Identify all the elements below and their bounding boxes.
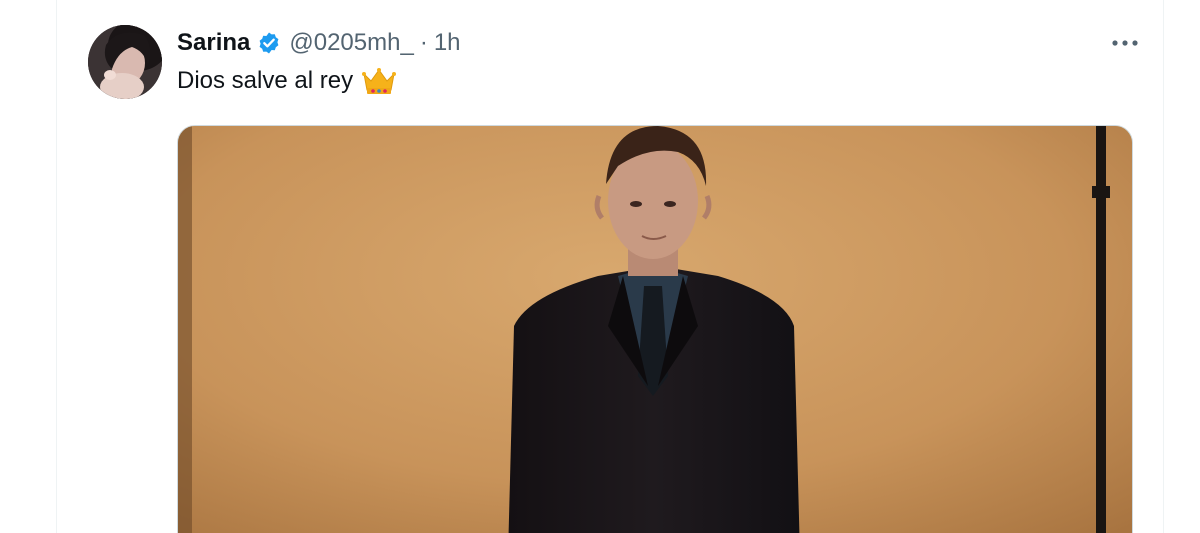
author-display-name[interactable]: Sarina <box>177 29 250 57</box>
author-avatar[interactable] <box>88 25 162 99</box>
tweet-header: Sarina @0205mh_ · 1h <box>177 26 461 60</box>
crown-emoji-icon <box>362 66 397 96</box>
avatar-image <box>88 25 162 99</box>
tweet-text: Dios salve al rey <box>177 67 354 94</box>
header-separator: · <box>419 29 428 56</box>
page: Sarina @0205mh_ · 1h Dios salve al rey <box>0 0 1200 533</box>
tweet-media-video[interactable] <box>177 125 1133 533</box>
video-frame-image <box>178 126 1132 533</box>
verified-badge-icon <box>257 31 281 55</box>
tweet-body: Dios salve al rey <box>177 66 397 96</box>
more-options-button[interactable] <box>1105 30 1145 56</box>
tweet-timestamp[interactable]: 1h <box>434 29 461 57</box>
tweet-card[interactable]: Sarina @0205mh_ · 1h Dios salve al rey <box>56 0 1164 533</box>
author-handle[interactable]: @0205mh_ <box>289 29 413 57</box>
more-horizontal-icon <box>1112 40 1138 46</box>
